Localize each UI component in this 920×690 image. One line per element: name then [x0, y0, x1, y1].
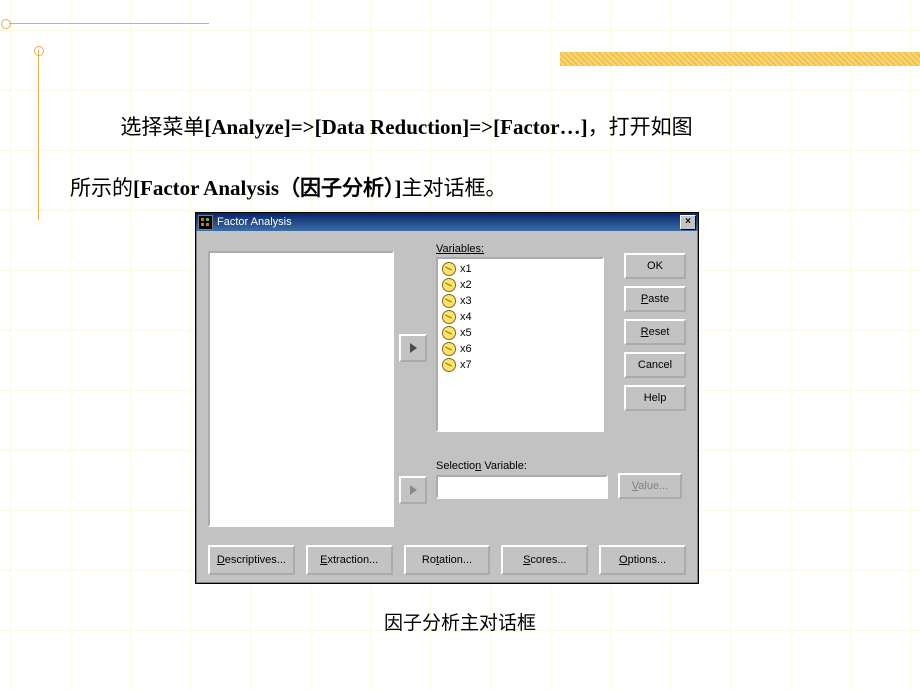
dialog-body: Variables: x1 x2 x3 x4 x5 x6 x7 Selectio…: [204, 239, 690, 575]
source-variable-list[interactable]: [208, 251, 394, 527]
text-line2-suffix: 主对话框。: [402, 176, 507, 200]
text-line2-path: [Factor Analysis（因子分析）]: [133, 176, 402, 200]
slide-text-content: 选择菜单[Analyze]=>[Data Reduction]=>[Factor…: [70, 100, 880, 221]
list-item[interactable]: x6: [442, 341, 598, 357]
move-to-variables-button[interactable]: [399, 334, 427, 362]
cancel-button[interactable]: Cancel: [624, 352, 686, 378]
app-icon: [198, 215, 213, 230]
text-line1-path: [Analyze]=>[Data Reduction]=>[Factor…]: [204, 115, 587, 139]
list-item[interactable]: x5: [442, 325, 598, 341]
value-button[interactable]: Value...: [618, 473, 682, 499]
move-to-selection-button[interactable]: [399, 476, 427, 504]
selection-variable-input[interactable]: [436, 475, 608, 499]
text-line1-suffix: ，打开如图: [588, 115, 693, 139]
variable-icon: [442, 342, 456, 356]
text-line1-prefix: 选择菜单: [120, 115, 204, 139]
extraction-button[interactable]: Extraction...: [306, 545, 393, 575]
paste-button[interactable]: Paste: [624, 286, 686, 312]
variable-icon: [442, 326, 456, 340]
chevron-right-icon: [410, 485, 417, 495]
slide-top-accent-bar: [560, 52, 920, 66]
list-item[interactable]: x4: [442, 309, 598, 325]
factor-analysis-dialog: Factor Analysis × Variables: x1 x2 x3 x4…: [195, 212, 699, 584]
variable-icon: [442, 278, 456, 292]
options-button[interactable]: Options...: [599, 545, 686, 575]
descriptives-button[interactable]: Descriptives...: [208, 545, 295, 575]
reset-button[interactable]: Reset: [624, 319, 686, 345]
dialog-title: Factor Analysis: [217, 216, 680, 228]
variable-icon: [442, 294, 456, 308]
scores-button[interactable]: Scores...: [501, 545, 588, 575]
dialog-bottom-buttons: Descriptives... Extraction... Rotation..…: [208, 545, 686, 571]
list-item[interactable]: x3: [442, 293, 598, 309]
selection-variable-label: Selection Variable:: [436, 460, 527, 472]
ok-button[interactable]: OK: [624, 253, 686, 279]
dialog-title-bar: Factor Analysis ×: [196, 213, 698, 231]
slide-corner-decoration: [0, 0, 210, 70]
variable-icon: [442, 310, 456, 324]
variables-label: Variables:: [436, 243, 484, 255]
rotation-button[interactable]: Rotation...: [404, 545, 491, 575]
variable-icon: [442, 262, 456, 276]
list-item[interactable]: x7: [442, 357, 598, 373]
variable-icon: [442, 358, 456, 372]
list-item[interactable]: x2: [442, 277, 598, 293]
figure-caption: 因子分析主对话框: [0, 608, 920, 635]
variables-list[interactable]: x1 x2 x3 x4 x5 x6 x7: [436, 257, 604, 432]
text-line2-prefix: 所示的: [70, 176, 133, 200]
help-button[interactable]: Help: [624, 385, 686, 411]
list-item[interactable]: x1: [442, 261, 598, 277]
close-button[interactable]: ×: [680, 215, 696, 230]
chevron-right-icon: [410, 343, 417, 353]
